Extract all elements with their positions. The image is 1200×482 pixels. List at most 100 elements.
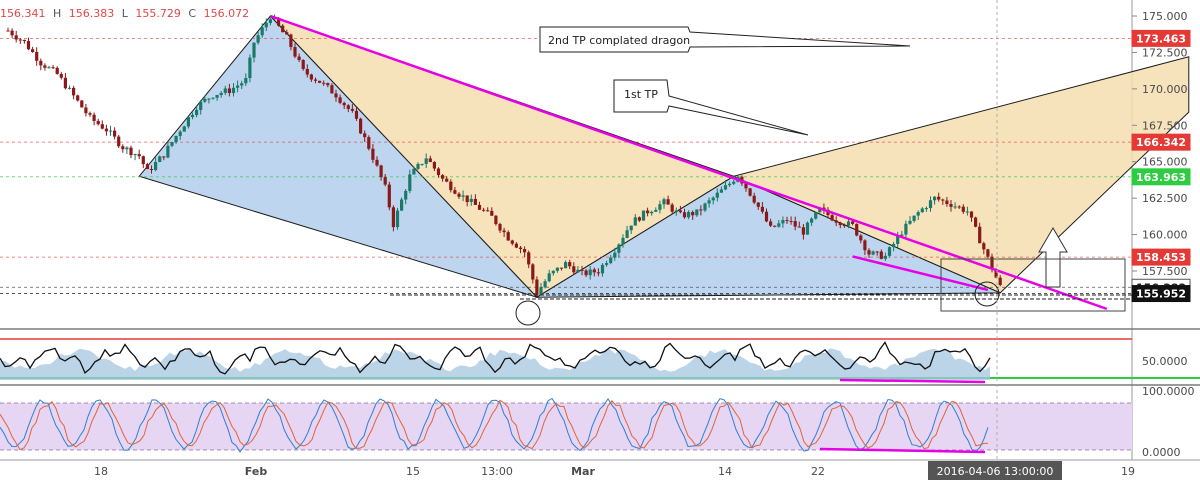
candle-body [88,113,92,115]
candle-body [883,255,887,259]
ohlc-h-label: H [53,7,61,20]
price-label-text: 158.453 [1136,251,1186,264]
y-tick-label: 170.000 [1142,83,1188,96]
candle-body [658,204,662,210]
candle-body [957,206,961,208]
candle-body [851,221,855,224]
candle-body [289,34,293,48]
candle-body [318,80,322,83]
price-label-text: 166.342 [1136,136,1186,149]
candle-body [728,183,732,186]
ohlc-open: 156.341 [0,7,46,20]
candle-body [699,209,703,211]
candle-body [572,266,576,273]
y-tick-label: 175.000 [1142,10,1188,23]
candle-body [961,206,965,212]
candle-body [113,130,117,137]
candle-body [863,240,867,251]
candle-body [129,147,133,156]
candle-body [617,244,621,253]
candle-body [494,215,498,225]
candle-body [322,82,326,84]
y-tick-label: 165.000 [1142,156,1188,169]
candle-body [35,51,39,61]
candle-body [190,115,195,118]
candle-body [367,137,371,149]
candle-body [219,92,223,96]
candle-body [707,200,711,204]
candle-body [777,223,781,227]
candle-body [908,220,912,224]
candle-body [379,165,383,178]
candle-body [473,198,477,205]
candle-body [875,251,879,253]
candle-body [236,85,240,88]
candle-body [535,279,539,295]
candle-body [387,184,391,208]
candle-body [404,190,408,200]
stoch-tick-label: 100.0000 [1142,385,1195,398]
candle-body [461,195,465,197]
candle-body [412,168,416,175]
candle-body [592,269,596,273]
candle-body [937,196,941,200]
y-tick-label: 172.500 [1142,46,1188,59]
candle-body [756,202,760,207]
candle-body [912,215,916,221]
candle-body [621,237,625,245]
candle-body [879,251,883,259]
candle-body [498,224,502,231]
candle-body [309,74,313,80]
candle-body [375,159,379,166]
price-label-text: 155.952 [1136,288,1186,301]
candle-body [63,77,67,89]
candle-body [654,209,658,212]
candle-body [162,156,166,158]
candle-body [867,250,871,255]
candle-body [59,73,63,78]
candle-body [211,97,215,99]
candle-body [424,158,428,164]
candle-body [650,211,654,214]
candle-body [350,108,354,111]
candle-body [469,198,473,203]
rsi-tick-label: 50.0000 [1142,355,1188,368]
candle-body [887,247,892,256]
candle-body [408,174,412,191]
price-chart[interactable]: 2nd TP complated dragon 1st TP 175.000 17… [0,0,1200,482]
candle-body [752,195,756,203]
candle-body [174,135,178,143]
candle-body [416,163,420,169]
candle-body [248,57,252,79]
candle-body [715,192,719,198]
x-tick-label: 13:00 [481,465,513,478]
candle-body [457,193,461,197]
candle-body [301,60,305,69]
candle-body [84,107,88,114]
candle-body [445,178,449,182]
candle-body [244,78,248,84]
candle-body [436,168,441,176]
candle-body [490,210,494,216]
candle-body [256,35,260,43]
time-cursor-label: 2016-04-06 13:00:00 [928,461,1062,480]
candle-body [781,220,785,224]
ohlc-high: 156.383 [69,7,115,20]
candle-body [14,35,18,40]
candle-body [670,204,674,212]
candle-body [117,136,121,147]
y-tick-label: 157.500 [1142,265,1188,278]
candle-body [108,130,113,132]
candle-body [47,67,51,69]
candle-body [133,154,137,156]
candle-body [723,185,728,190]
candle-body [998,277,1002,286]
candle-body [104,128,108,132]
candle-body [539,287,543,295]
candle-body [420,163,424,165]
candle-body [240,83,244,86]
candle-body [982,243,986,250]
candle-body [518,247,523,250]
candle-body [625,230,629,238]
candle-body [588,269,592,276]
